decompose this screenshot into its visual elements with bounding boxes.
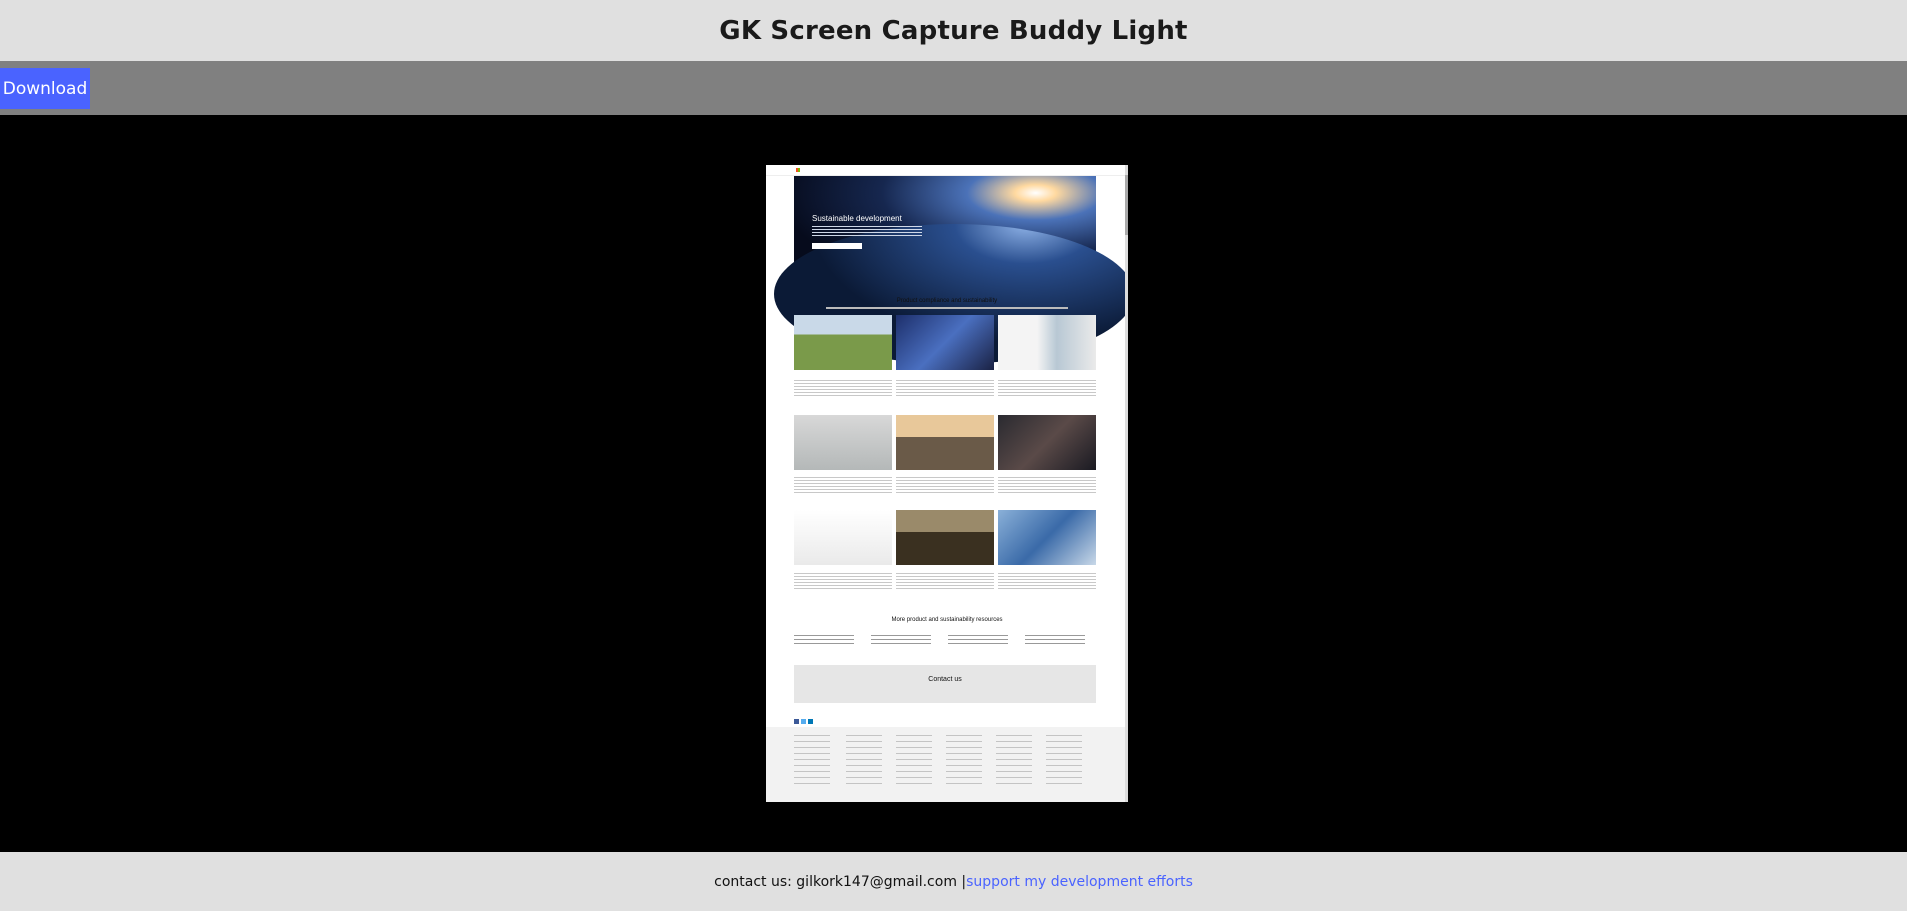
preview-hero-text — [812, 226, 922, 236]
preview-footer-column — [896, 735, 932, 785]
preview-tile-text — [998, 573, 1096, 589]
preview-footer-column — [996, 735, 1032, 785]
support-link[interactable]: support my development efforts — [966, 874, 1193, 890]
preview-footer-column — [846, 735, 882, 785]
facebook-icon — [794, 719, 799, 724]
contact-text: contact us: gilkork147@gmail.com | — [714, 873, 967, 890]
preview-tile-image — [794, 415, 892, 470]
preview-tile-text — [998, 380, 1096, 396]
preview-tile-text — [794, 477, 892, 493]
preview-hero-banner: Sustainable development — [774, 176, 1128, 364]
linkedin-icon — [808, 719, 813, 724]
captured-page-preview[interactable]: Sustainable development Product complian… — [766, 165, 1128, 802]
preview-tile-image — [794, 315, 892, 370]
preview-section-subtitle — [826, 307, 1068, 309]
header-bar: GK Screen Capture Buddy Light — [0, 0, 1907, 61]
preview-tile-text — [896, 380, 994, 396]
preview-tile-image — [896, 315, 994, 370]
preview-resource-item — [794, 635, 854, 647]
preview-resource-item — [948, 635, 1008, 647]
capture-stage: Sustainable development Product complian… — [0, 115, 1907, 852]
preview-footer-column — [794, 735, 830, 785]
preview-tile-image — [896, 510, 994, 565]
preview-contact-box: Contact us — [794, 665, 1096, 703]
preview-scrollbar-thumb[interactable] — [1125, 175, 1128, 235]
preview-tile-text — [794, 380, 892, 396]
preview-contact-title: Contact us — [928, 676, 962, 683]
preview-footer-column — [1046, 735, 1082, 785]
preview-scrollbar[interactable] — [1125, 165, 1128, 802]
preview-tile-image — [794, 510, 892, 565]
preview-footer-column — [946, 735, 982, 785]
toolbar: Download — [0, 61, 1907, 115]
preview-share-icons — [794, 711, 844, 724]
download-button[interactable]: Download — [0, 68, 90, 109]
twitter-icon — [801, 719, 806, 724]
preview-tile-image — [998, 415, 1096, 470]
app-title: GK Screen Capture Buddy Light — [719, 15, 1188, 46]
footer-bar: contact us: gilkork147@gmail.com | suppor… — [0, 852, 1907, 911]
preview-tile-text — [794, 573, 892, 589]
preview-hero-button — [812, 243, 862, 249]
preview-resource-item — [1025, 635, 1085, 647]
preview-tile-image — [998, 315, 1096, 370]
preview-resources-title: More product and sustainability resource… — [891, 617, 1003, 623]
preview-nav-bar — [766, 165, 1128, 176]
preview-hero-title: Sustainable development — [812, 214, 902, 223]
preview-footer — [766, 727, 1128, 802]
preview-resource-item — [871, 635, 931, 647]
preview-tile-text — [896, 477, 994, 493]
preview-tile-image — [998, 510, 1096, 565]
preview-section-title: Product compliance and sustainability — [896, 298, 998, 304]
microsoft-logo-icon — [796, 168, 800, 172]
preview-tile-text — [896, 573, 994, 589]
preview-tile-image — [896, 415, 994, 470]
preview-tile-text — [998, 477, 1096, 493]
